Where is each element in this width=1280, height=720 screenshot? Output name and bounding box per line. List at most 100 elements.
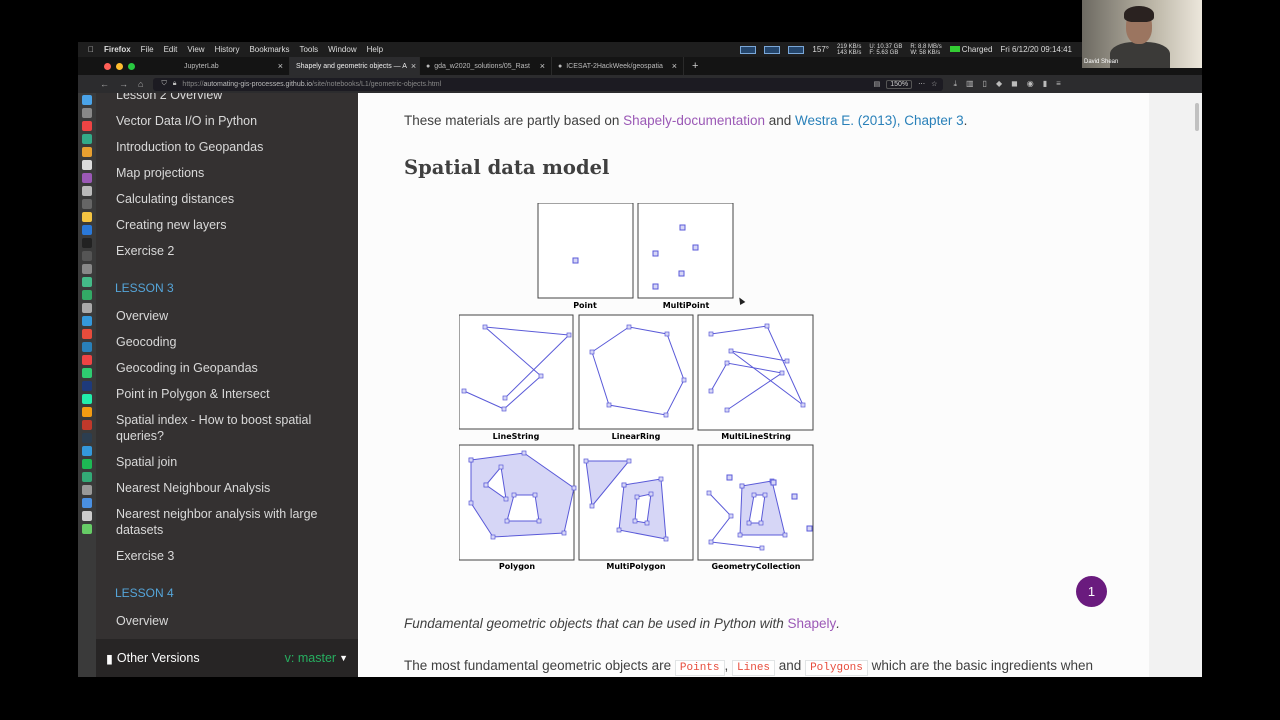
sidebar-item-exercise2[interactable]: Exercise 2 bbox=[116, 243, 326, 259]
menu-history[interactable]: History bbox=[215, 45, 240, 54]
app-icon[interactable] bbox=[82, 316, 92, 326]
sidebar-item-geocoding-geopandas[interactable]: Geocoding in Geopandas bbox=[116, 360, 326, 376]
scrollbar-thumb[interactable] bbox=[1195, 103, 1199, 131]
scrollbar[interactable] bbox=[1149, 93, 1202, 677]
tab-icesat[interactable]: ● ICESAT-2HackWeek/geospatia × bbox=[552, 57, 684, 75]
sidebar-item-distances[interactable]: Calculating distances bbox=[116, 191, 326, 207]
photoshop-icon[interactable] bbox=[82, 381, 92, 391]
menu-edit[interactable]: Edit bbox=[164, 45, 178, 54]
spotify-icon[interactable] bbox=[82, 459, 92, 469]
app-icon[interactable] bbox=[82, 524, 92, 534]
menu-bookmarks[interactable]: Bookmarks bbox=[249, 45, 289, 54]
downloads-icon[interactable]: ⤓ bbox=[953, 79, 957, 89]
extension-icon[interactable]: ◆ bbox=[996, 79, 1002, 89]
page-actions-icon[interactable]: ⋯ bbox=[918, 80, 925, 88]
shapely-link[interactable]: Shapely bbox=[787, 616, 836, 631]
sidebar-item-new-layers[interactable]: Creating new layers bbox=[116, 217, 326, 233]
sidebar-item-nearest-neighbour[interactable]: Nearest Neighbour Analysis bbox=[116, 480, 326, 496]
sidebar-item-vector-io[interactable]: Vector Data I/O in Python bbox=[116, 113, 326, 129]
firefox-icon[interactable] bbox=[82, 147, 92, 157]
home-icon[interactable]: ⌂ bbox=[138, 79, 143, 89]
clock[interactable]: Fri 6/12/20 09:14:41 bbox=[1000, 45, 1072, 54]
app-icon[interactable] bbox=[82, 355, 92, 365]
acrobat-icon[interactable] bbox=[82, 420, 92, 430]
caret-down-icon[interactable]: ▼ bbox=[339, 653, 348, 663]
app-icon[interactable] bbox=[82, 212, 92, 222]
menu-help[interactable]: Help bbox=[367, 45, 383, 54]
bookmark-star-icon[interactable]: ☆ bbox=[931, 80, 937, 88]
sidebar-item-spatial-index[interactable]: Spatial index - How to boost spatial que… bbox=[116, 412, 326, 444]
extension-icon[interactable]: ◉ bbox=[1027, 79, 1034, 89]
app-icon[interactable] bbox=[82, 498, 92, 508]
sidebar-icon[interactable]: ▯ bbox=[983, 79, 987, 89]
close-window-button[interactable] bbox=[104, 62, 111, 70]
tab-jupyterlab[interactable]: JupyterLab × bbox=[178, 57, 290, 75]
app-icon[interactable] bbox=[82, 134, 92, 144]
app-icon[interactable] bbox=[82, 394, 92, 404]
menu-tools[interactable]: Tools bbox=[299, 45, 318, 54]
app-icon[interactable] bbox=[82, 160, 92, 170]
app-icon[interactable] bbox=[82, 329, 92, 339]
extension-icon[interactable]: ◼ bbox=[1011, 79, 1018, 89]
terminal-icon[interactable] bbox=[82, 238, 92, 248]
sidebar-item-geopandas-intro[interactable]: Introduction to Geopandas bbox=[116, 139, 326, 155]
lock-icon[interactable]: 🔒︎ bbox=[173, 80, 177, 88]
apple-icon[interactable]:  bbox=[88, 45, 94, 54]
app-icon[interactable] bbox=[82, 108, 92, 118]
tab-gda-solutions[interactable]: ● gda_w2020_solutions/05_Rast × bbox=[420, 57, 552, 75]
sidebar-item-nearest-large[interactable]: Nearest neighbor analysis with large dat… bbox=[116, 506, 326, 538]
reader-view-icon[interactable]: ▤ bbox=[874, 80, 881, 88]
sidebar-item-point-in-polygon[interactable]: Point in Polygon & Intersect bbox=[116, 386, 326, 402]
app-icon[interactable] bbox=[82, 121, 92, 131]
battery-status[interactable]: Charged bbox=[949, 45, 992, 54]
app-icon[interactable] bbox=[82, 290, 92, 300]
menu-file[interactable]: File bbox=[141, 45, 154, 54]
app-icon[interactable] bbox=[82, 199, 92, 209]
sidebar-item-spatial-join[interactable]: Spatial join bbox=[116, 454, 326, 470]
menu-app-name[interactable]: Firefox bbox=[104, 45, 131, 54]
close-tab-icon[interactable]: × bbox=[411, 61, 416, 71]
westra-link[interactable]: Westra E. (2013), Chapter 3 bbox=[795, 113, 964, 128]
menu-icon[interactable]: ≡ bbox=[1056, 79, 1061, 89]
app-icon[interactable] bbox=[82, 277, 92, 287]
forward-icon[interactable]: → bbox=[119, 79, 128, 89]
sidebar-item-geocoding[interactable]: Geocoding bbox=[116, 334, 326, 350]
new-tab-button[interactable]: + bbox=[684, 60, 706, 72]
app-icon[interactable] bbox=[82, 368, 92, 378]
app-icon[interactable] bbox=[82, 303, 92, 313]
app-icon[interactable] bbox=[82, 264, 92, 274]
app-icon[interactable] bbox=[82, 342, 92, 352]
zoom-level[interactable]: 150% bbox=[886, 79, 913, 89]
shapely-docs-link[interactable]: Shapely-documentation bbox=[623, 113, 765, 128]
minimize-window-button[interactable] bbox=[116, 62, 123, 70]
back-icon[interactable]: ← bbox=[100, 79, 109, 89]
close-tab-icon[interactable]: × bbox=[278, 61, 283, 71]
shield-icon[interactable]: ⛉ bbox=[161, 80, 166, 88]
app-icon[interactable] bbox=[82, 472, 92, 482]
sidebar-item-lesson3-overview[interactable]: Overview bbox=[116, 308, 326, 324]
library-icon[interactable]: ▥ bbox=[966, 79, 974, 89]
versions-bar[interactable]: ▮ Other Versions v: master ▼ bbox=[96, 639, 358, 677]
menu-view[interactable]: View bbox=[187, 45, 204, 54]
app-icon[interactable] bbox=[82, 485, 92, 495]
extension-icon[interactable]: ▮ bbox=[1043, 79, 1047, 89]
tab-shapely[interactable]: Shapely and geometric objects — A × bbox=[290, 57, 420, 75]
url-field[interactable]: ⛉ 🔒︎ https://automating-gis-processes.gi… bbox=[153, 77, 944, 91]
sidebar-item-map-projections[interactable]: Map projections bbox=[116, 165, 326, 181]
app-icon[interactable] bbox=[82, 511, 92, 521]
app-icon[interactable] bbox=[82, 225, 92, 235]
sidebar-item-lesson4-overview[interactable]: Overview bbox=[116, 613, 326, 629]
app-icon[interactable] bbox=[82, 173, 92, 183]
zoom-window-button[interactable] bbox=[128, 62, 135, 70]
sidebar-item-exercise3[interactable]: Exercise 3 bbox=[116, 548, 326, 564]
branch-label[interactable]: v: master bbox=[285, 651, 336, 665]
finder-icon[interactable] bbox=[82, 95, 92, 105]
app-icon[interactable] bbox=[82, 186, 92, 196]
sidebar-item-lesson2-overview[interactable]: Lesson 2 Overview bbox=[116, 93, 326, 103]
lightroom-icon[interactable] bbox=[82, 433, 92, 443]
app-icon[interactable] bbox=[82, 251, 92, 261]
menu-window[interactable]: Window bbox=[328, 45, 356, 54]
close-tab-icon[interactable]: × bbox=[672, 61, 677, 71]
illustrator-icon[interactable] bbox=[82, 407, 92, 417]
notification-badge[interactable]: 1 bbox=[1076, 576, 1107, 607]
